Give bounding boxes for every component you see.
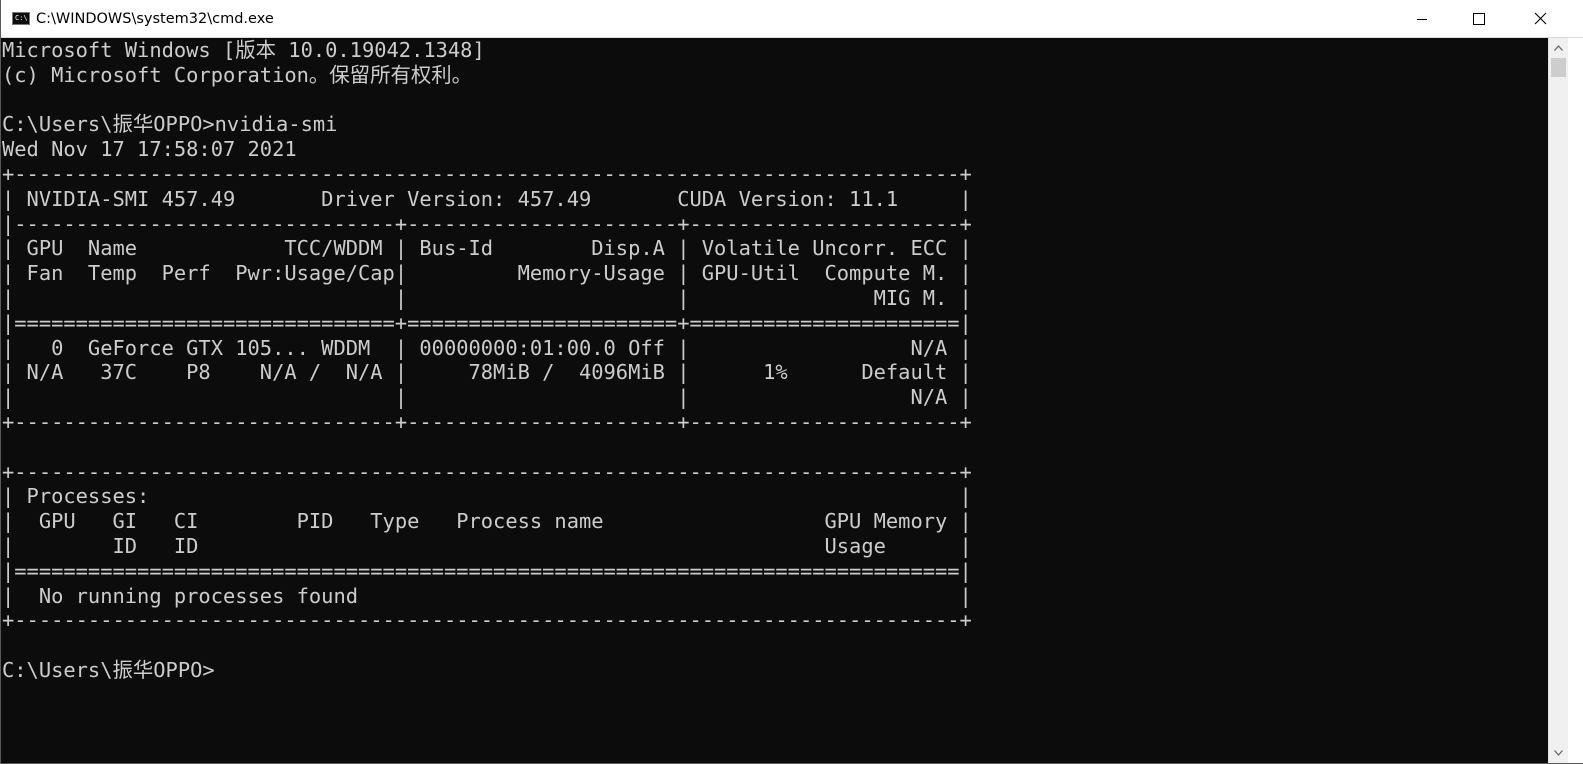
cmd-app-icon[interactable]: C:\ [12,12,30,25]
window-right-edge [1568,38,1583,763]
chevron-down-icon [1554,750,1563,756]
vertical-scrollbar[interactable] [1548,38,1568,763]
scroll-up-button[interactable] [1549,38,1568,58]
cmd-window: C:\ C:\WINDOWS\system32\cmd.exe Microsof… [0,0,1583,764]
minimize-icon [1417,18,1427,20]
terminal-line: Microsoft Windows [版本 10.0.19042.1348] [2,38,485,62]
console-area[interactable]: Microsoft Windows [版本 10.0.19042.1348] (c… [1,38,1548,763]
terminal-line: | GPU Name TCC/WDDM | Bus-Id Disp.A | Vo… [2,236,972,261]
terminal-line: | Processes: | [2,484,972,509]
title-bar[interactable]: C:\ C:\WINDOWS\system32\cmd.exe [1,0,1583,38]
terminal-output: Microsoft Windows [版本 10.0.19042.1348] (c… [1,38,1548,683]
terminal-line: +---------------------------------------… [2,161,972,186]
terminal-line: +---------------------------------------… [2,608,972,633]
terminal-line: | NVIDIA-SMI 457.49 Driver Version: 457.… [2,186,972,211]
terminal-line: | GPU GI CI PID Type Process name GPU Me… [2,509,972,534]
maximize-button[interactable] [1456,0,1502,37]
terminal-line: C:\Users\振华OPPO> [2,657,215,682]
terminal-line: | N/A 37C P8 N/A / N/A | 78MiB / 4096MiB… [2,360,972,385]
terminal-line: +-------------------------------+-------… [2,409,972,434]
minimize-button[interactable] [1399,0,1445,37]
terminal-line: | | | N/A | [2,385,972,410]
terminal-line: | 0 GeForce GTX 105... WDDM | 00000000:0… [2,335,972,360]
terminal-line: C:\Users\振华OPPO>nvidia-smi [2,112,338,137]
window-title: C:\WINDOWS\system32\cmd.exe [36,11,274,27]
terminal-line: | | | MIG M. | [2,285,972,310]
terminal-line: |===============================+=======… [2,310,972,335]
terminal-line: |=======================================… [2,558,972,583]
maximize-icon [1473,12,1485,25]
terminal-line: |-------------------------------+-------… [2,211,972,236]
cmd-app-icon-label: C:\ [15,14,28,22]
terminal-line: | ID ID Usage | [2,533,972,558]
terminal-line: | Fan Temp Perf Pwr:Usage/Cap| Memory-Us… [2,261,972,286]
close-button[interactable] [1517,0,1563,37]
close-icon [1534,12,1546,25]
terminal-line: Wed Nov 17 17:58:07 2021 [2,137,297,162]
scroll-down-button[interactable] [1549,743,1568,763]
terminal-line: | No running processes found | [2,583,972,608]
terminal-line: +---------------------------------------… [2,459,972,484]
terminal-line: (c) Microsoft Corporation。保留所有权利。 [2,62,473,87]
chevron-up-icon [1554,45,1563,51]
scrollbar-thumb[interactable] [1551,58,1566,77]
